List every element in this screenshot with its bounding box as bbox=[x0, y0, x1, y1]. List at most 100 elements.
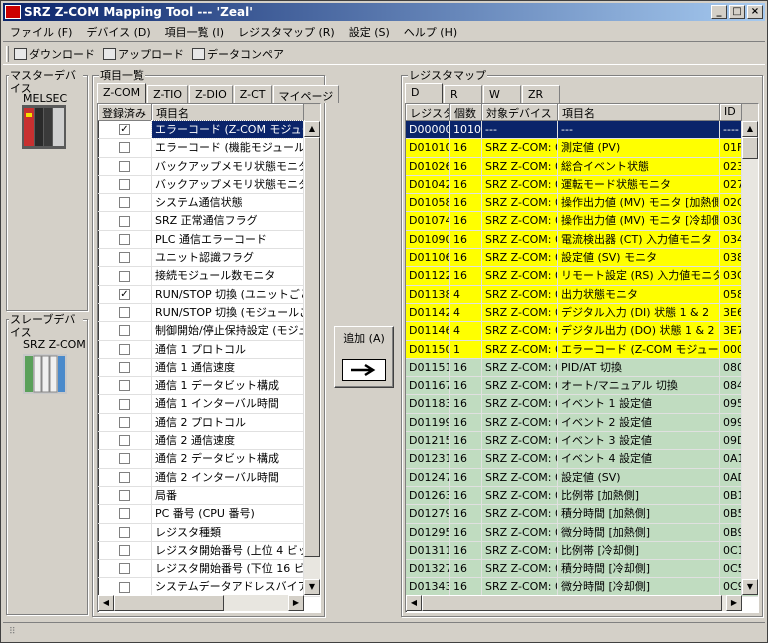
table-row[interactable]: D0121516SRZ Z-COM: 0イベント 3 設定値09DC bbox=[406, 432, 758, 451]
srz-zcom-module-icon[interactable] bbox=[23, 352, 67, 394]
list-item[interactable]: 局番 bbox=[98, 486, 320, 506]
compare-button[interactable]: データコンペア bbox=[192, 46, 284, 62]
registered-checkbox[interactable] bbox=[119, 563, 130, 575]
list-item[interactable]: 通信 1 データビット構成 bbox=[98, 377, 320, 396]
size-grip-icon[interactable]: ⠿ bbox=[9, 627, 16, 637]
registered-checkbox[interactable] bbox=[119, 307, 130, 319]
registered-checkbox[interactable] bbox=[119, 160, 130, 172]
table-row[interactable]: D00000 1010 --- --- ---- bbox=[406, 121, 758, 140]
menu-device[interactable]: デバイス (D) bbox=[79, 24, 157, 40]
col-count[interactable]: 個数 bbox=[450, 104, 482, 121]
item-list-hscroll[interactable]: ◀ ▶ bbox=[98, 595, 304, 611]
register-map-vscroll-thumb[interactable] bbox=[742, 137, 758, 159]
registered-checkbox[interactable] bbox=[119, 380, 130, 392]
tab-zr[interactable]: ZR bbox=[522, 85, 560, 103]
table-row[interactable]: D0126316SRZ Z-COM: 0比例帯 [加熱側]0B1C bbox=[406, 486, 758, 506]
list-item[interactable]: 通信 2 通信速度 bbox=[98, 432, 320, 451]
registered-checkbox[interactable]: ✓ bbox=[119, 124, 130, 136]
scroll-up-icon[interactable]: ▲ bbox=[742, 121, 758, 137]
table-row[interactable]: D0129516SRZ Z-COM: 0微分時間 [加熱側]0B9C bbox=[406, 523, 758, 542]
menu-register-map[interactable]: レジスタマップ (R) bbox=[231, 24, 342, 40]
registered-checkbox[interactable] bbox=[119, 215, 130, 227]
scroll-right-icon[interactable]: ▶ bbox=[726, 595, 742, 611]
table-row[interactable]: D0131116SRZ Z-COM: 0比例帯 [冷却側]0C1C bbox=[406, 541, 758, 561]
list-item[interactable]: 通信 1 通信速度 bbox=[98, 358, 320, 378]
list-item[interactable]: PLC 通信エラーコード bbox=[98, 230, 320, 250]
tab-r[interactable]: R bbox=[444, 85, 482, 103]
tab-z-tio[interactable]: Z-TIO bbox=[147, 85, 189, 103]
table-row[interactable]: D01058 16 SRZ Z-COM: 0 操作出力値 (MV) モニタ [加熱側]… bbox=[406, 194, 758, 213]
table-row[interactable]: D0115116SRZ Z-COM: 0PID/AT 切換080C bbox=[406, 358, 758, 378]
list-item[interactable]: ✓ RUN/STOP 切換 (ユニットごと) bbox=[98, 285, 320, 304]
list-item[interactable]: 通信 2 プロトコル bbox=[98, 413, 320, 433]
table-row[interactable]: D0127916SRZ Z-COM: 0積分時間 [加熱側]0B5C bbox=[406, 505, 758, 524]
register-map-hscroll-thumb[interactable] bbox=[422, 595, 722, 611]
list-item[interactable]: PC 番号 (CPU 番号) bbox=[98, 505, 320, 524]
item-list-hscroll-thumb[interactable] bbox=[114, 595, 224, 611]
list-item[interactable]: ✓ エラーコード (Z-COM モジュール) bbox=[98, 119, 320, 140]
col-id[interactable]: ID bbox=[720, 104, 742, 121]
registered-checkbox[interactable] bbox=[119, 179, 130, 191]
list-item[interactable]: バックアップメモリ状態モニタ (機能モ bbox=[98, 175, 320, 195]
tab-z-com[interactable]: Z-COM bbox=[97, 83, 147, 103]
table-row[interactable]: D0118316SRZ Z-COM: 0イベント 1 設定値095C bbox=[406, 395, 758, 414]
registered-checkbox[interactable] bbox=[119, 325, 130, 337]
table-row[interactable]: D0110616SRZ Z-COM: 0設定値 (SV) モニタ038C bbox=[406, 249, 758, 268]
list-item[interactable]: 通信 1 プロトコル bbox=[98, 340, 320, 359]
scroll-left-icon[interactable]: ◀ bbox=[98, 595, 114, 611]
table-row[interactable]: D0119916SRZ Z-COM: 0イベント 2 設定値099C bbox=[406, 413, 758, 433]
list-item[interactable]: 接続モジュール数モニタ bbox=[98, 267, 320, 286]
list-item[interactable]: エラーコード (機能モジュール) bbox=[98, 139, 320, 158]
menu-settings[interactable]: 設定 (S) bbox=[342, 24, 397, 40]
menu-help[interactable]: ヘルプ (H) bbox=[397, 24, 464, 40]
tab-my-page[interactable]: マイページ bbox=[272, 85, 340, 103]
table-row[interactable]: D0124716SRZ Z-COM: 0設定値 (SV)0AD0 bbox=[406, 468, 758, 487]
registered-checkbox[interactable] bbox=[119, 508, 130, 520]
registered-checkbox[interactable] bbox=[119, 453, 130, 465]
list-item[interactable]: バックアップメモリ状態モニタ (Z-COM bbox=[98, 157, 320, 176]
close-button[interactable]: × bbox=[747, 5, 763, 19]
item-list-vscroll[interactable]: ▲ ▼ bbox=[304, 121, 320, 595]
list-item[interactable]: SRZ 正常通信フラグ bbox=[98, 212, 320, 231]
tab-w[interactable]: W bbox=[483, 85, 521, 103]
table-row[interactable]: D0101016SRZ Z-COM: 0測定値 (PV)01FC bbox=[406, 139, 758, 158]
table-row[interactable]: D0102616SRZ Z-COM: 0総合イベント状態023C bbox=[406, 157, 758, 176]
list-item[interactable]: 通信 2 データビット構成 bbox=[98, 450, 320, 469]
table-row[interactable]: D0109016SRZ Z-COM: 0電流検出器 (CT) 入力値モニタ034… bbox=[406, 230, 758, 250]
table-row[interactable]: D0116716SRZ Z-COM: 0オート/マニュアル 切換084C bbox=[406, 377, 758, 396]
melsec-plc-icon[interactable] bbox=[22, 105, 66, 149]
table-row[interactable]: D0132716SRZ Z-COM: 0積分時間 [冷却側]0C5C bbox=[406, 560, 758, 579]
table-row[interactable]: D0134316SRZ Z-COM: 0微分時間 [冷却側]0C9C bbox=[406, 578, 758, 597]
registered-checkbox[interactable] bbox=[119, 252, 130, 264]
registered-checkbox[interactable] bbox=[119, 343, 130, 355]
registered-checkbox[interactable] bbox=[119, 362, 130, 373]
tab-d[interactable]: D bbox=[405, 83, 443, 103]
list-item[interactable]: 通信 2 インターバル時間 bbox=[98, 468, 320, 487]
menu-file[interactable]: ファイル (F) bbox=[3, 24, 79, 40]
table-row[interactable]: D01122 16 SRZ Z-COM: 0 リモート設定 (RS) 入力値モニタ 03… bbox=[406, 267, 758, 286]
registered-checkbox[interactable] bbox=[119, 197, 130, 209]
list-item[interactable]: レジスタ開始番号 (上位 4 ビット) bbox=[98, 541, 320, 561]
registered-checkbox[interactable] bbox=[119, 471, 130, 483]
registered-checkbox[interactable] bbox=[119, 544, 130, 556]
list-item[interactable]: ユニット認識フラグ bbox=[98, 249, 320, 268]
table-row[interactable]: D0123116SRZ Z-COM: 0イベント 4 設定値0A1C bbox=[406, 450, 758, 469]
register-map-hscroll[interactable]: ◀ ▶ bbox=[406, 595, 742, 611]
scroll-down-icon[interactable]: ▼ bbox=[304, 579, 320, 595]
tab-z-ct[interactable]: Z-CT bbox=[233, 85, 272, 103]
registered-checkbox[interactable] bbox=[119, 490, 130, 502]
list-item[interactable]: 制御開始/停止保持設定 (モジュ bbox=[98, 322, 320, 341]
item-list-vscroll-thumb[interactable] bbox=[304, 137, 320, 557]
table-row[interactable]: D0104216SRZ Z-COM: 0運転モード状態モニタ027C bbox=[406, 175, 758, 195]
table-row[interactable]: D01074 16 SRZ Z-COM: 0 操作出力値 (MV) モニタ [冷却側]… bbox=[406, 212, 758, 231]
col-registered[interactable]: 登録済み bbox=[98, 104, 152, 121]
scroll-down-icon[interactable]: ▼ bbox=[742, 579, 758, 595]
registered-checkbox[interactable]: ✓ bbox=[119, 288, 130, 300]
registered-checkbox[interactable] bbox=[119, 142, 130, 154]
list-item[interactable]: レジスタ開始番号 (下位 16 ビット) bbox=[98, 560, 320, 579]
registered-checkbox[interactable] bbox=[119, 526, 130, 538]
scroll-left-icon[interactable]: ◀ bbox=[406, 595, 422, 611]
table-row[interactable]: D01146 4 SRZ Z-COM: 0 デジタル出力 (DO) 状態 1 & 23… bbox=[406, 322, 758, 341]
registered-checkbox[interactable] bbox=[119, 435, 130, 447]
registered-checkbox[interactable] bbox=[119, 416, 130, 428]
